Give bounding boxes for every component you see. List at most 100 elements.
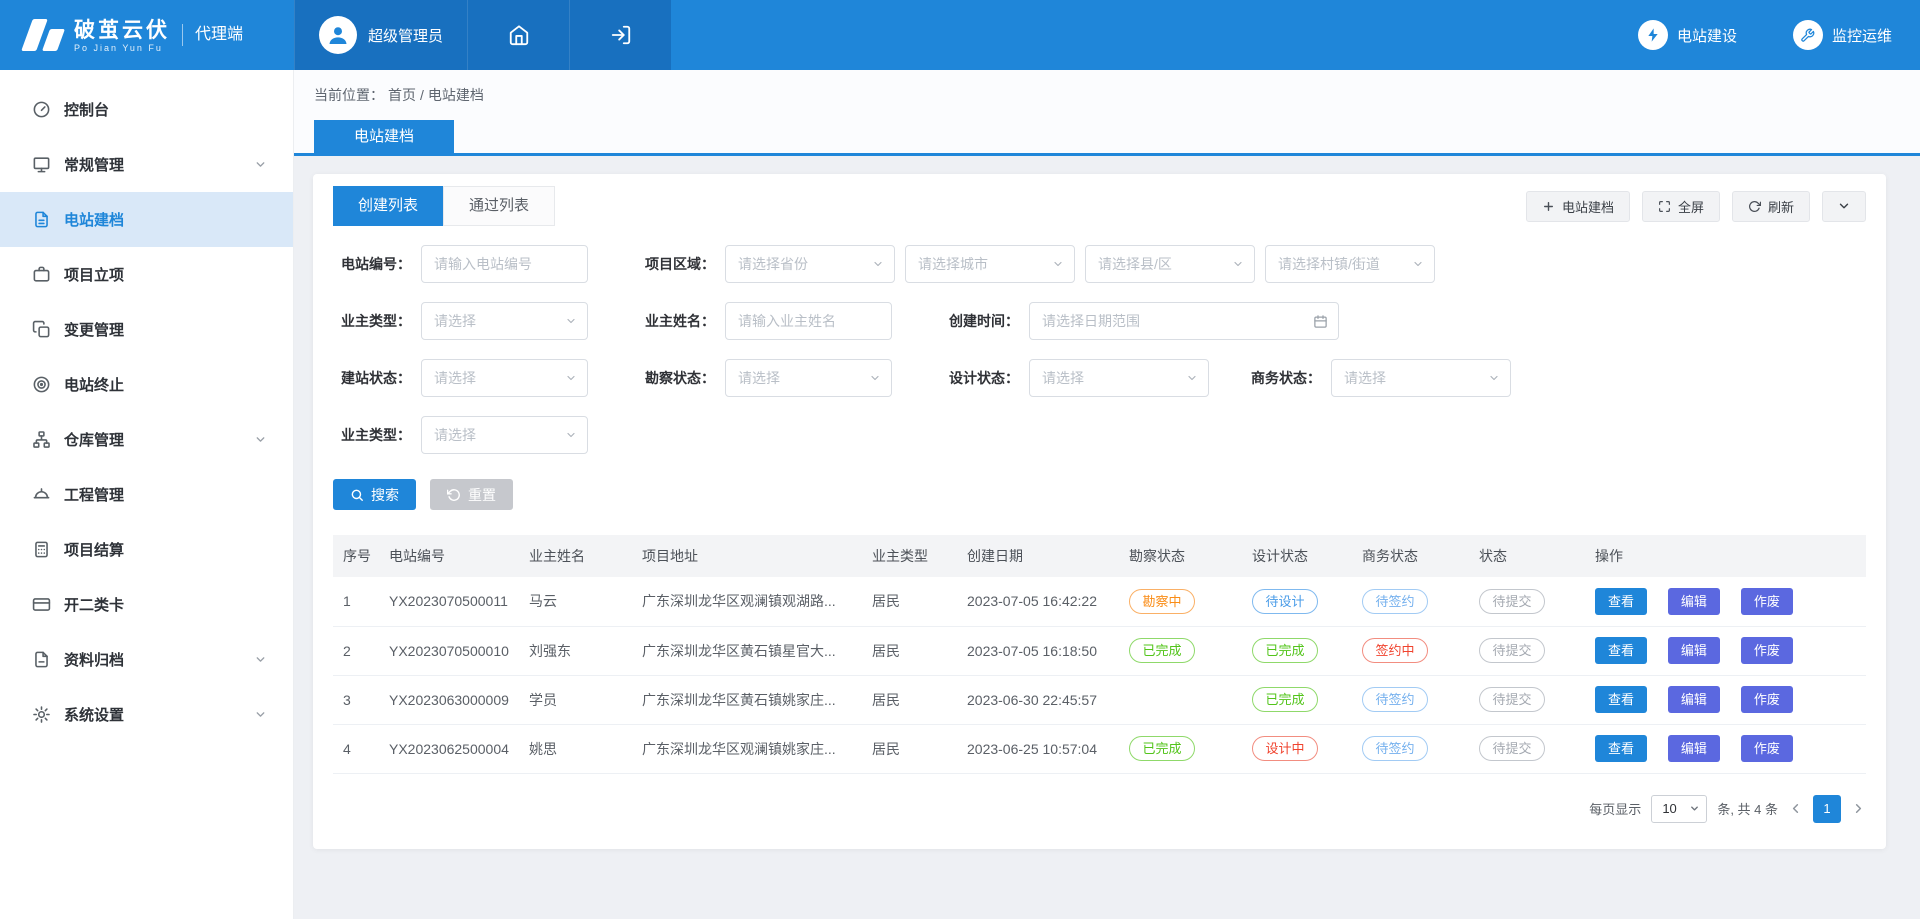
edit-button[interactable]: 编辑 [1668, 588, 1720, 615]
create-time-label: 创建时间： [941, 311, 1029, 331]
per-page-select[interactable]: 10 [1651, 795, 1707, 823]
create-station-button[interactable]: 电站建档 [1526, 191, 1630, 222]
filter-actions: 搜索 重置 [333, 479, 1866, 510]
town-select[interactable]: 请选择村镇/街道 [1265, 245, 1435, 283]
owner-type2-select[interactable]: 请选择 [421, 416, 588, 454]
sidebar-item-data-archive[interactable]: 资料归档 [0, 632, 293, 687]
logo-icon [22, 18, 64, 52]
station-code-input[interactable] [421, 245, 588, 283]
sidebar-item-label: 常规管理 [64, 154, 124, 175]
calendar-icon [1313, 314, 1328, 329]
view-button[interactable]: 查看 [1595, 686, 1647, 713]
logout-button[interactable] [569, 0, 671, 70]
status-badge: 待提交 [1479, 638, 1545, 663]
fullscreen-button[interactable]: 全屏 [1642, 191, 1720, 222]
void-button[interactable]: 作废 [1741, 637, 1793, 664]
void-button[interactable]: 作废 [1741, 735, 1793, 762]
document-icon [32, 210, 51, 229]
survey-status-select[interactable]: 请选择 [725, 359, 892, 397]
refresh-button[interactable]: 刷新 [1732, 191, 1810, 222]
build-status-select[interactable]: 请选择 [421, 359, 588, 397]
column-header: 序号 [333, 535, 379, 577]
sidebar-item-warehouse-management[interactable]: 仓库管理 [0, 412, 293, 467]
reset-icon [447, 488, 461, 502]
refresh-icon [1748, 200, 1761, 213]
next-page-button[interactable] [1851, 801, 1866, 816]
business-status-select[interactable]: 请选择 [1331, 359, 1511, 397]
sidebar-item-engineering-management[interactable]: 工程管理 [0, 467, 293, 522]
nav-monitoring-ops[interactable]: 监控运维 [1793, 20, 1892, 50]
status-badge: 待提交 [1479, 687, 1545, 712]
home-button[interactable] [467, 0, 569, 70]
chevron-down-icon [869, 372, 881, 384]
sidebar-item-label: 资料归档 [64, 649, 124, 670]
chevron-down-icon [1186, 372, 1198, 384]
copy-icon [32, 320, 51, 339]
design-status-badge: 设计中 [1252, 736, 1318, 761]
sidebar-item-system-settings[interactable]: 系统设置 [0, 687, 293, 742]
dashboard-icon [32, 100, 51, 119]
county-select[interactable]: 请选择县/区 [1085, 245, 1255, 283]
owner-name-input[interactable] [725, 302, 892, 340]
view-button[interactable]: 查看 [1595, 637, 1647, 664]
business-status-badge: 签约中 [1362, 638, 1428, 663]
view-button[interactable]: 查看 [1595, 588, 1647, 615]
province-select[interactable]: 请选择省份 [725, 245, 895, 283]
stations-table: 序号 电站编号 业主姓名 项目地址 业主类型 创建日期 勘察状态 设计状态 商务… [333, 535, 1866, 774]
design-status-badge: 已完成 [1252, 687, 1318, 712]
sidebar-item-label: 开二类卡 [64, 594, 124, 615]
collapse-filters-button[interactable] [1822, 191, 1866, 222]
edit-button[interactable]: 编辑 [1668, 735, 1720, 762]
breadcrumb: 当前位置：首页/电站建档 [294, 70, 1920, 116]
edit-button[interactable]: 编辑 [1668, 686, 1720, 713]
user-menu[interactable]: 超级管理员 [294, 0, 467, 70]
chevron-down-icon [1232, 258, 1244, 270]
chevron-down-icon [565, 429, 577, 441]
chevron-left-icon [1788, 801, 1803, 816]
column-header: 创建日期 [957, 535, 1119, 577]
sidebar-item-project-initiation[interactable]: 项目立项 [0, 247, 293, 302]
target-icon [32, 375, 51, 394]
page-header-area: 当前位置：首页/电站建档 电站建档 [294, 70, 1920, 156]
chevron-down-icon [254, 433, 267, 446]
prev-page-button[interactable] [1788, 801, 1803, 816]
view-button[interactable]: 查看 [1595, 735, 1647, 762]
page-number-1[interactable]: 1 [1813, 795, 1841, 823]
sidebar-item-station-filing[interactable]: 电站建档 [0, 192, 293, 247]
void-button[interactable]: 作废 [1741, 588, 1793, 615]
nav-station-construction[interactable]: 电站建设 [1638, 20, 1737, 50]
sidebar-item-label: 电站建档 [64, 209, 124, 230]
sidebar-item-project-settlement[interactable]: 项目结算 [0, 522, 293, 577]
app-subtitle: Po Jian Yun Fu [74, 43, 170, 53]
filter-row: 建站状态： 请选择 勘察状态： 请选择 设计 [333, 359, 1866, 397]
page-tab-station-filing[interactable]: 电站建档 [314, 120, 454, 153]
portal-label: 代理端 [182, 24, 243, 46]
design-status-select[interactable]: 请选择 [1029, 359, 1209, 397]
sidebar-item-change-management[interactable]: 变更管理 [0, 302, 293, 357]
chevron-down-icon [565, 315, 577, 327]
sidebar-item-type2-card[interactable]: 开二类卡 [0, 577, 293, 632]
create-time-range-input[interactable]: 请选择日期范围 [1029, 302, 1339, 340]
void-button[interactable]: 作废 [1741, 686, 1793, 713]
tab-approved-list[interactable]: 通过列表 [443, 186, 555, 226]
edit-button[interactable]: 编辑 [1668, 637, 1720, 664]
survey-status-badge [1129, 686, 1195, 711]
sidebar-item-label: 仓库管理 [64, 429, 124, 450]
chevron-down-icon [1689, 803, 1700, 814]
city-select[interactable]: 请选择城市 [905, 245, 1075, 283]
nav-label: 电站建设 [1677, 25, 1737, 46]
owner-type-select[interactable]: 请选择 [421, 302, 588, 340]
sidebar-item-console[interactable]: 控制台 [0, 82, 293, 137]
tab-create-list[interactable]: 创建列表 [333, 186, 443, 226]
business-status-badge: 待签约 [1362, 589, 1428, 614]
card-icon [32, 595, 51, 614]
breadcrumb-home[interactable]: 首页 [388, 87, 416, 103]
reset-button[interactable]: 重置 [430, 479, 513, 510]
sidebar-item-general-management[interactable]: 常规管理 [0, 137, 293, 192]
column-header: 项目地址 [632, 535, 862, 577]
sidebar-item-station-termination[interactable]: 电站终止 [0, 357, 293, 412]
logo: 破茧云伏 Po Jian Yun Fu 代理端 [0, 0, 294, 70]
breadcrumb-prefix: 当前位置： [314, 87, 384, 103]
column-header: 商务状态 [1352, 535, 1469, 577]
search-button[interactable]: 搜索 [333, 479, 416, 510]
